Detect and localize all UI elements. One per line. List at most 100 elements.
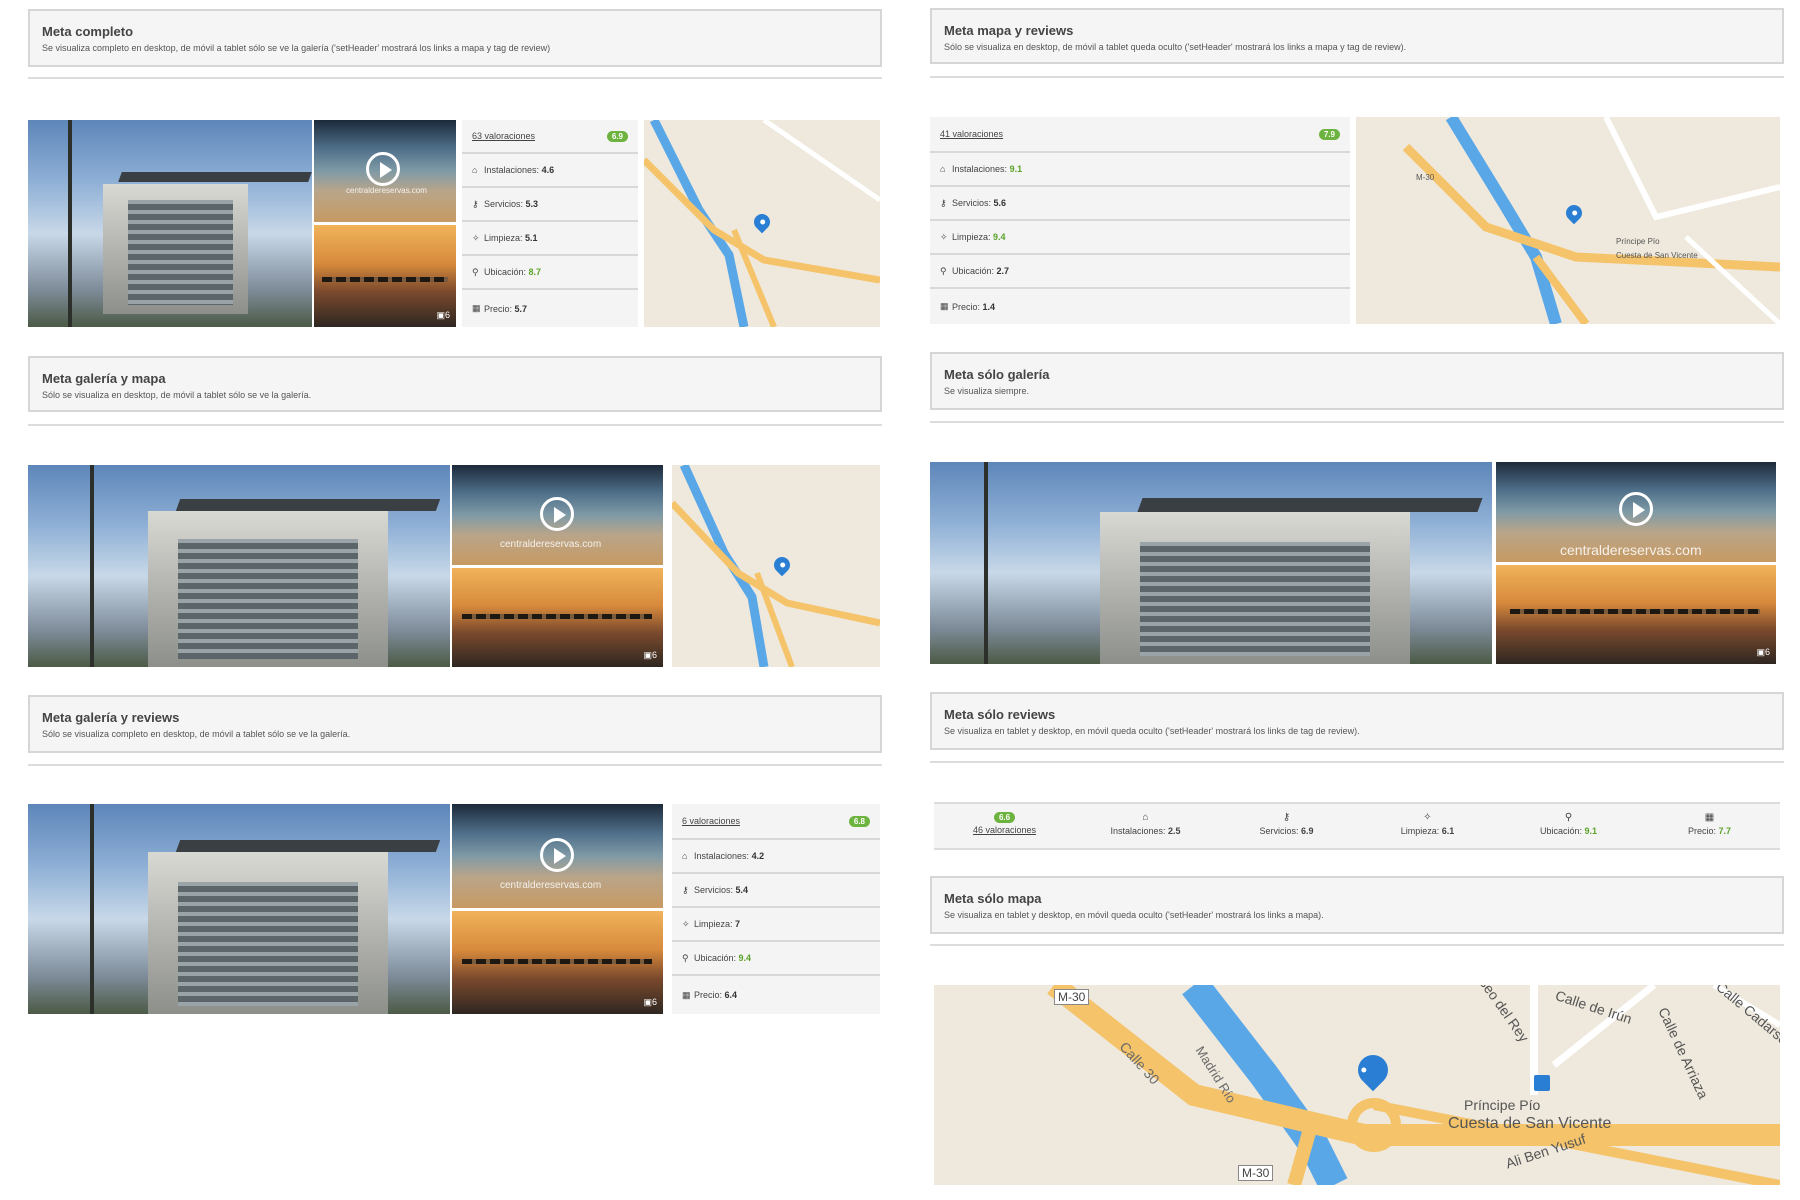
section-title: Meta completo: [42, 24, 134, 39]
review-row-ubicacion: ⚲ Ubicación: 2.7: [930, 255, 1350, 289]
windows-decor: [178, 539, 358, 659]
review-label: Ubicación:: [694, 953, 737, 963]
review-label: Instalaciones:: [694, 851, 750, 861]
review-label: Instalaciones:: [1110, 826, 1166, 836]
tree-decor: [90, 465, 94, 667]
review-label: Ubicación:: [1539, 826, 1582, 836]
reviews-panel: 41 valoraciones 7.9 ⌂ Instalaciones: 9.1 …: [930, 117, 1350, 324]
review-value: 2.5: [1168, 826, 1181, 836]
review-row-limpieza: ✧ Limpieza: 5.1: [462, 222, 638, 256]
map-pin-icon: ⚲: [940, 265, 947, 276]
section-description: Se visualiza siempre.: [944, 386, 1030, 396]
section-header-completo: Meta completo Se visualiza completo en d…: [28, 9, 882, 67]
play-icon[interactable]: [540, 497, 574, 531]
map-thumbnail[interactable]: M-30 Príncipe Pío Cuesta de San Vicente: [1356, 117, 1780, 324]
divider: [930, 76, 1784, 78]
review-value: 6.9: [1301, 826, 1314, 836]
review-row-servicios: ⚷ Servicios: 5.6: [930, 187, 1350, 221]
divider: [930, 944, 1784, 946]
key-icon: ⚷: [682, 884, 689, 895]
review-row-precio: ▦ Precio: 6.4: [672, 976, 880, 1014]
review-row-ubicacion: ⚲ Ubicación: 9.4: [672, 942, 880, 976]
review-value: 4.6: [541, 165, 555, 175]
sparkle-icon: ✧: [682, 918, 690, 929]
roof-decor: [118, 172, 312, 182]
windows-decor: [178, 882, 358, 1006]
sparkle-icon: ✧: [1423, 812, 1432, 823]
review-row-precio: ▦ Precio: 1.4: [930, 289, 1350, 324]
divider: [28, 764, 882, 766]
bridge-decor: [322, 277, 448, 282]
gallery-video-thumb[interactable]: centraldereservas.com: [1496, 462, 1776, 562]
watermark: centraldereservas.com: [1560, 542, 1702, 558]
reviews-summary: 6.6 46 valoraciones: [934, 804, 1075, 848]
roof-decor: [1137, 498, 1483, 512]
sparkle-icon: ✧: [472, 232, 480, 243]
watermark: centraldereservas.com: [346, 186, 427, 195]
map-thumbnail[interactable]: [644, 120, 880, 327]
divider: [930, 761, 1784, 763]
review-value: 9.1: [1584, 826, 1598, 836]
review-value: 5.6: [993, 198, 1007, 208]
score-badge: 7.9: [1318, 128, 1340, 140]
section-title: Meta galería y reviews: [42, 710, 180, 725]
windows-decor: [128, 200, 233, 305]
review-row-instalaciones: ⌂ Instalaciones: 4.2: [672, 840, 880, 874]
review-label: Servicios:: [1259, 826, 1299, 836]
gallery-main-photo[interactable]: [28, 465, 450, 667]
gallery-photo-thumb[interactable]: 6: [452, 568, 663, 667]
reviews-count-link[interactable]: 63 valoraciones: [472, 131, 535, 141]
gallery-photo-thumb[interactable]: 6: [314, 225, 456, 327]
key-icon: ⚷: [472, 198, 479, 209]
building-icon: ▦: [472, 303, 481, 313]
review-label: Servicios:: [484, 199, 524, 209]
gallery-video-thumb[interactable]: centraldereservas.com: [452, 465, 663, 565]
review-value: 8.7: [528, 267, 542, 277]
reviews-count-link[interactable]: 46 valoraciones: [973, 825, 1036, 835]
review-row-instalaciones: ⌂ Instalaciones: 4.6: [462, 154, 638, 188]
gallery-main-photo[interactable]: [28, 120, 312, 327]
map-thumbnail[interactable]: [672, 465, 880, 667]
divider: [28, 424, 882, 426]
home-icon: ⌂: [1142, 812, 1149, 823]
photo-count: 6: [1756, 647, 1770, 658]
review-row-ubicacion: ⚲ Ubicación: 8.7: [462, 256, 638, 290]
map-large[interactable]: M-30 M-30 Calle 30 Madrid Río Príncipe P…: [934, 985, 1780, 1185]
play-icon[interactable]: [540, 838, 574, 872]
gallery-main-photo[interactable]: [28, 804, 450, 1014]
key-icon: ⚷: [1282, 812, 1291, 823]
section-header-solo-reviews: Meta sólo reviews Se visualiza en tablet…: [930, 692, 1784, 750]
review-value: 9.4: [993, 232, 1006, 242]
score-badge: 6.6: [993, 812, 1016, 823]
section-header-mapa-reviews: Meta mapa y reviews Sólo se visualiza en…: [930, 8, 1784, 64]
gallery-video-thumb[interactable]: centraldereservas.com: [314, 120, 456, 222]
gallery-main-photo[interactable]: [930, 462, 1492, 664]
map-pin-icon: ⚲: [472, 266, 479, 277]
divider: [28, 77, 882, 79]
key-icon: ⚷: [940, 197, 947, 208]
play-icon[interactable]: [366, 152, 400, 186]
review-value: 7: [735, 919, 741, 929]
review-value: 5.1: [525, 233, 538, 243]
review-label: Precio:: [484, 303, 513, 314]
home-icon: ⌂: [940, 164, 946, 174]
section-description: Sólo se visualiza completo en desktop, d…: [42, 729, 351, 739]
map-place-label: Príncipe Pío: [1464, 1097, 1541, 1113]
bridge-decor: [462, 959, 652, 964]
gallery-video-thumb[interactable]: centraldereservas.com: [452, 804, 663, 908]
reviews-count-link[interactable]: 41 valoraciones: [940, 129, 1003, 139]
windows-decor: [1140, 542, 1370, 656]
gallery-photo-thumb[interactable]: 6: [1496, 565, 1776, 664]
review-cell-precio: ▦ Precio: 7.7: [1639, 804, 1780, 848]
review-label: Precio:: [1687, 826, 1716, 836]
review-value: 6.1: [1441, 826, 1455, 836]
tree-decor: [68, 120, 72, 327]
section-title: Meta sólo mapa: [944, 891, 1042, 906]
review-value: 6.4: [724, 990, 738, 1000]
gallery-photo-thumb[interactable]: 6: [452, 911, 663, 1014]
review-label: Precio:: [952, 301, 981, 312]
review-value: 4.2: [751, 851, 765, 861]
review-row-limpieza: ✧ Limpieza: 7: [672, 908, 880, 942]
reviews-count-link[interactable]: 6 valoraciones: [682, 816, 740, 826]
play-icon[interactable]: [1619, 492, 1653, 526]
